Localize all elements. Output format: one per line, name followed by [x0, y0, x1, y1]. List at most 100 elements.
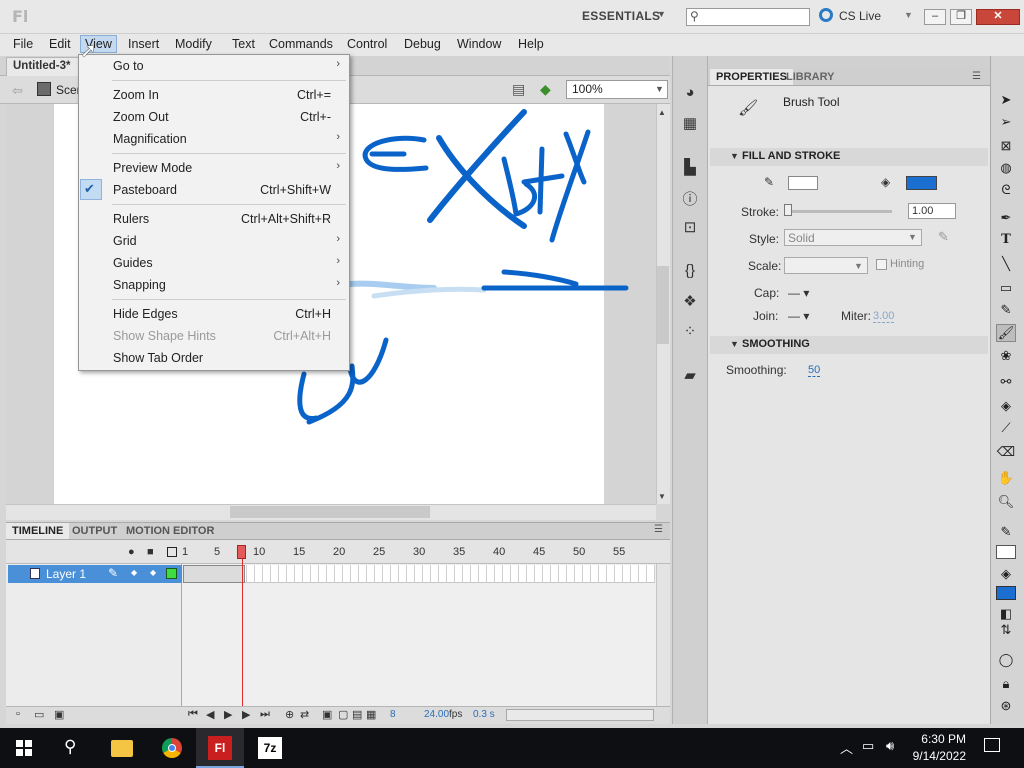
eraser-tool-icon[interactable]: ⌫ [996, 444, 1016, 460]
lock-fill-icon[interactable]: 🔒︎ [996, 676, 1016, 692]
edit-multiple-frames-icon[interactable]: ▤ [352, 708, 362, 721]
deco-tool-icon[interactable]: ❀ [996, 348, 1016, 364]
workspace-switcher[interactable]: ESSENTIALS [582, 9, 660, 23]
menu-item-snapping[interactable]: Snapping › [79, 274, 349, 296]
style-select[interactable]: Solid [784, 229, 922, 246]
menu-edit[interactable]: Edit [45, 36, 75, 52]
loop-icon[interactable]: ⇄ [300, 708, 309, 721]
playhead[interactable] [237, 545, 246, 559]
menu-item-rulers[interactable]: Rulers Ctrl+Alt+Shift+R [79, 208, 349, 230]
tab-library[interactable]: LIBRARY [780, 69, 840, 85]
7zip-icon[interactable]: 7z [258, 737, 282, 759]
modify-markers-icon[interactable]: ▦ [366, 708, 376, 721]
volume-icon[interactable]: 🔊︎ [886, 738, 894, 754]
tools-fill-color[interactable] [996, 586, 1016, 600]
components-icon[interactable]: ❖ [680, 292, 700, 310]
menu-help[interactable]: Help [514, 36, 548, 52]
object-drawing-icon[interactable]: ◯ [996, 652, 1016, 668]
windows-start-icon[interactable] [16, 740, 32, 756]
timeline-vertical-scrollbar[interactable] [656, 564, 670, 706]
flash-app-icon[interactable]: Fl [208, 736, 232, 760]
edit-symbol-icon[interactable]: ◆ [540, 81, 551, 98]
new-folder-icon[interactable]: ▭ [34, 708, 44, 721]
rewind-icon[interactable]: ⏮ [188, 708, 198, 721]
cs-live-icon[interactable] [819, 8, 833, 22]
motion-presets-icon[interactable]: ⁘ [680, 322, 700, 340]
project-icon[interactable]: ▰ [680, 366, 700, 384]
swatches-icon[interactable]: ▦ [680, 114, 700, 132]
join-select[interactable]: — ▾ [788, 309, 809, 323]
edit-stroke-style-icon[interactable]: ✎ [938, 229, 949, 245]
paint-bucket-tool-icon[interactable]: ◈ [996, 398, 1016, 414]
close-button[interactable]: ✕ [976, 9, 1020, 25]
eyedropper-tool-icon[interactable]: ⟋ [996, 420, 1016, 436]
outline-icon[interactable] [167, 547, 177, 557]
smoothing-value[interactable]: 50 [808, 364, 821, 377]
align-icon[interactable]: ▙ [680, 158, 700, 176]
menu-item-go-to[interactable]: Go to › [79, 55, 349, 77]
menu-item-preview-mode[interactable]: Preview Mode › [79, 157, 349, 179]
stroke-slider-handle[interactable] [784, 204, 792, 216]
menu-item-guides[interactable]: Guides › [79, 252, 349, 274]
search-icon[interactable]: ⚲ [64, 737, 76, 757]
frame-grid[interactable] [183, 565, 655, 583]
black-white-icon[interactable]: ◧ [996, 606, 1016, 622]
onion-outline-icon[interactable]: ▢ [338, 708, 348, 721]
stroke-slider-track[interactable] [786, 210, 892, 213]
step-forward-icon[interactable]: ▶ [242, 708, 250, 721]
tools-stroke-color[interactable] [996, 545, 1016, 559]
menu-commands[interactable]: Commands [265, 36, 337, 52]
miter-value[interactable]: 3.00 [873, 310, 895, 323]
rectangle-tool-icon[interactable]: ▭ [996, 280, 1016, 296]
menu-item-magnification[interactable]: Magnification › [79, 128, 349, 150]
lasso-tool-icon[interactable]: ᘓ [996, 182, 1016, 198]
panel-menu-icon[interactable]: ☰ [972, 71, 981, 82]
lock-icon[interactable]: ■ [147, 546, 154, 558]
new-layer-icon[interactable]: ▫ [16, 708, 20, 720]
document-tab[interactable]: Untitled-3* [6, 57, 80, 76]
notification-icon[interactable] [984, 738, 1000, 752]
menu-item-grid[interactable]: Grid › [79, 230, 349, 252]
fast-forward-icon[interactable]: ⏭ [260, 708, 270, 721]
panel-menu-icon[interactable]: ☰ [654, 524, 663, 535]
trash-icon[interactable]: ▣ [54, 708, 64, 721]
chevron-down-icon[interactable]: ▼ [908, 232, 917, 242]
current-frame[interactable]: 8 [390, 709, 396, 720]
layer-outline-color[interactable] [166, 568, 177, 579]
clock-time[interactable]: 6:30 PM [914, 732, 966, 746]
pen-tool-icon[interactable]: ✒ [996, 210, 1016, 226]
info-icon[interactable]: ⓘ [680, 188, 700, 209]
scroll-up-icon[interactable]: ▲ [658, 108, 666, 117]
cap-select[interactable]: — ▾ [788, 286, 809, 300]
clock-date[interactable]: 9/14/2022 [910, 749, 966, 763]
code-snippets-icon[interactable]: {} [680, 262, 700, 279]
menu-window[interactable]: Window [453, 36, 505, 52]
center-frame-icon[interactable]: ⊕ [285, 708, 294, 721]
back-arrow-icon[interactable]: ⇦ [12, 83, 23, 99]
scrollbar-thumb[interactable] [230, 506, 430, 518]
timeline-horizontal-scrollbar[interactable] [506, 709, 654, 721]
chevron-down-icon[interactable]: ▼ [904, 10, 913, 20]
chevron-down-icon[interactable]: ▼ [657, 9, 666, 19]
layer-name[interactable]: Layer 1 [46, 567, 86, 581]
subselection-tool-icon[interactable]: ➢ [996, 114, 1016, 130]
hand-tool-icon[interactable]: ✋ [996, 470, 1016, 486]
zoom-tool-icon[interactable]: 🔍︎ [996, 494, 1016, 510]
menu-file[interactable]: File [9, 36, 37, 52]
menu-item-pasteboard[interactable]: Pasteboard Ctrl+Shift+W [79, 179, 349, 201]
stroke-width-input[interactable]: 1.00 [908, 203, 956, 219]
fill-color-swatch[interactable] [906, 176, 937, 190]
play-icon[interactable]: ▶ [224, 708, 232, 721]
network-icon[interactable]: ▭ [862, 738, 874, 754]
menu-debug[interactable]: Debug [400, 36, 445, 52]
menu-item-zoom-in[interactable]: Zoom In Ctrl+= [79, 84, 349, 106]
menu-item-hide-edges[interactable]: Hide Edges Ctrl+H [79, 303, 349, 325]
chevron-up-icon[interactable]: ︿ [840, 738, 853, 757]
zoom-select[interactable]: 100% [566, 80, 668, 99]
minimize-button[interactable]: – [924, 9, 946, 25]
swap-colors-icon[interactable]: ⇅ [996, 622, 1016, 638]
hinting-checkbox[interactable] [876, 259, 887, 270]
scroll-down-icon[interactable]: ▼ [658, 492, 666, 501]
selection-tool-icon[interactable]: ➤ [996, 92, 1016, 108]
help-search-input[interactable] [686, 8, 810, 26]
